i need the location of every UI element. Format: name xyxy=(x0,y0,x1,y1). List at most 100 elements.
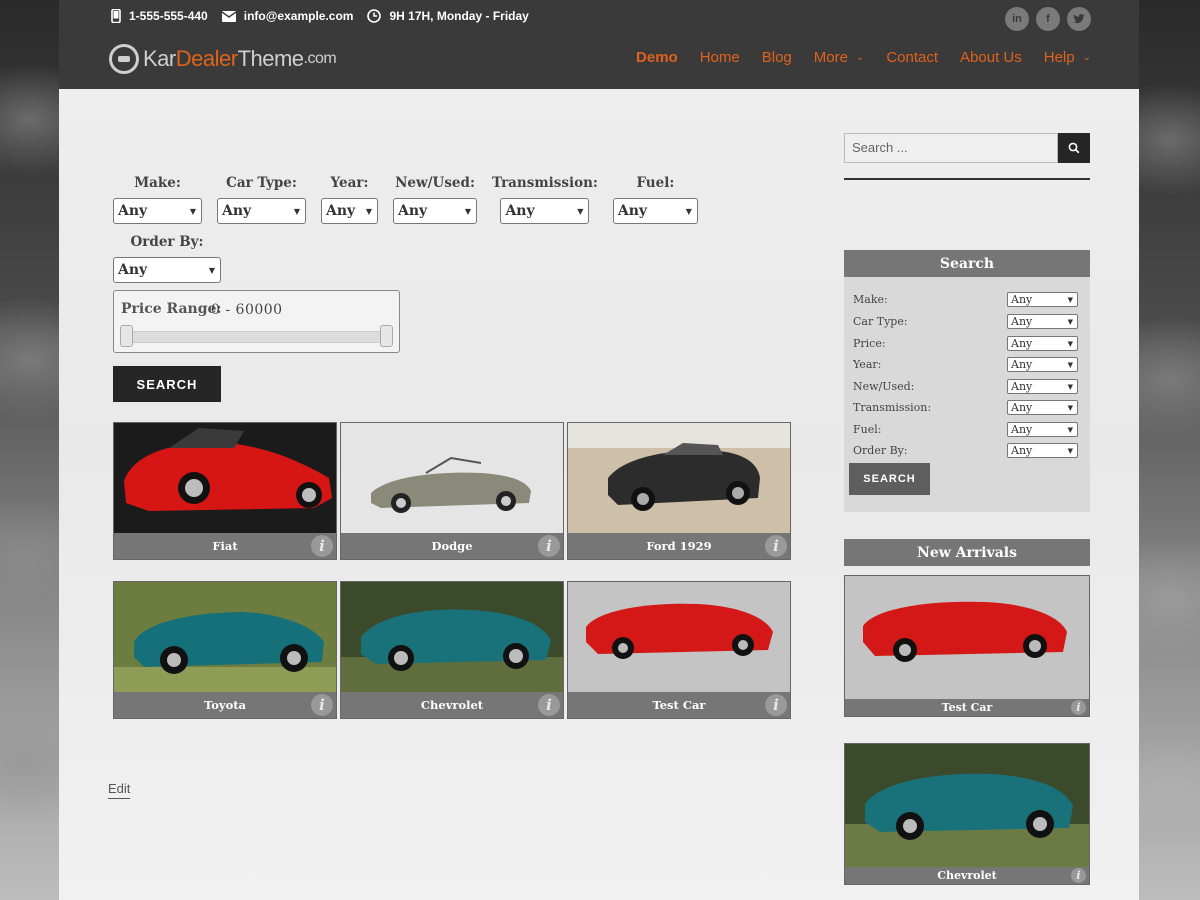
widget-row-label: Price: xyxy=(853,337,886,350)
select-value: Any xyxy=(222,203,252,219)
car-card-ford-1929[interactable]: Ford 1929 i xyxy=(567,422,791,560)
widget-row-label: Make: xyxy=(853,293,888,306)
filter-label: Fuel: xyxy=(636,175,675,191)
linkedin-icon[interactable]: in xyxy=(1005,7,1029,31)
nav-item-about-us[interactable]: About Us xyxy=(960,49,1022,66)
info-icon[interactable]: i xyxy=(765,694,787,716)
widget-row-label: Car Type: xyxy=(853,315,908,328)
logo-text-com: .com xyxy=(303,50,337,67)
car-name: Test Car xyxy=(568,692,790,718)
select-value: Any xyxy=(1011,293,1033,306)
info-icon[interactable]: i xyxy=(538,535,560,557)
widget-row-label: New/Used: xyxy=(853,380,915,393)
sidebar-search-input[interactable]: Search ... xyxy=(844,133,1058,163)
nav-item-blog[interactable]: Blog xyxy=(762,49,792,66)
nav-label: Demo xyxy=(636,49,678,66)
info-icon[interactable]: i xyxy=(765,535,787,557)
nav-label: Blog xyxy=(761,49,792,66)
widget-row-transmission: Transmission: Any ▼ xyxy=(853,400,1078,415)
select-value: Any xyxy=(617,203,648,219)
filter-transmission: Transmission: Any ▼ xyxy=(492,175,598,224)
year-select[interactable]: Any ▼ xyxy=(321,198,378,224)
social-links: in f xyxy=(998,7,1091,31)
widget-row-label: Order By: xyxy=(853,444,908,457)
widget-order-by-select[interactable]: Any ▼ xyxy=(1007,443,1078,458)
hours-text: 9H 17H, Monday - Friday xyxy=(389,9,529,23)
car-card-dodge[interactable]: Dodge i xyxy=(340,422,564,560)
widget-make-select[interactable]: Any ▼ xyxy=(1007,292,1078,307)
widget-car-type-select[interactable]: Any ▼ xyxy=(1007,314,1078,329)
car-name: Toyota xyxy=(114,692,336,718)
transmission-select[interactable]: Any ▼ xyxy=(500,198,590,224)
widget-search-button[interactable]: SEARCH xyxy=(849,463,930,495)
dropdown-arrow-icon: ▼ xyxy=(1067,360,1073,369)
info-icon[interactable]: i xyxy=(311,535,333,557)
phone-text: 1-555-555-440 xyxy=(129,9,208,23)
select-value: Any xyxy=(505,203,535,219)
info-icon[interactable]: i xyxy=(311,694,333,716)
widget-fuel-select[interactable]: Any ▼ xyxy=(1007,422,1078,437)
car-image xyxy=(114,423,336,533)
dropdown-arrow-icon: ▼ xyxy=(685,206,692,216)
select-value: Any xyxy=(1011,444,1033,457)
widget-transmission-select[interactable]: Any ▼ xyxy=(1007,400,1078,415)
nav-item-home[interactable]: Home xyxy=(700,49,740,66)
dropdown-arrow-icon: ▼ xyxy=(189,206,196,216)
car-name: Test Car xyxy=(845,699,1089,716)
search-button[interactable]: SEARCH xyxy=(113,366,221,402)
widget-row-order-by: Order By: Any ▼ xyxy=(853,443,1078,458)
divider xyxy=(844,178,1090,180)
edit-link[interactable]: Edit xyxy=(108,781,131,799)
car-image xyxy=(341,423,563,533)
chevron-down-icon: ⌄ xyxy=(1082,52,1091,63)
info-icon[interactable]: i xyxy=(1071,868,1086,883)
site-logo[interactable]: Kar Dealer Theme .com xyxy=(109,44,337,74)
topbar-hours: 9H 17H, Monday - Friday xyxy=(367,9,529,23)
nav-item-contact[interactable]: Contact xyxy=(886,49,938,66)
widget-year-select[interactable]: Any ▼ xyxy=(1007,357,1078,372)
slider-track[interactable] xyxy=(121,331,393,343)
info-icon[interactable]: i xyxy=(538,694,560,716)
car-card-test-car[interactable]: Test Car i xyxy=(567,581,791,719)
nav-item-demo[interactable]: Demo xyxy=(636,49,678,66)
widget-row-car-type: Car Type: Any ▼ xyxy=(853,314,1078,329)
sidebar-search: Search ... xyxy=(844,133,1090,163)
nav-item-more[interactable]: More ⌄ xyxy=(814,49,865,66)
filter-label: Order By: xyxy=(130,234,204,250)
widget-title: Search xyxy=(844,250,1090,277)
car-name: Dodge xyxy=(341,533,563,559)
car-image xyxy=(845,744,1089,867)
new-arrival-test-car[interactable]: Test Car i xyxy=(844,575,1090,717)
nav-item-help[interactable]: Help ⌄ xyxy=(1044,49,1091,66)
email-text[interactable]: info@example.com xyxy=(244,9,354,23)
info-icon[interactable]: i xyxy=(1071,700,1086,715)
nav-label: Home xyxy=(699,49,740,66)
dropdown-arrow-icon: ▼ xyxy=(1067,425,1073,434)
widget-new-used-select[interactable]: Any ▼ xyxy=(1007,379,1078,394)
new-used-select[interactable]: Any ▼ xyxy=(393,198,477,224)
fuel-select[interactable]: Any ▼ xyxy=(612,198,698,224)
filter-label: New/Used: xyxy=(395,175,475,191)
car-type-select[interactable]: Any ▼ xyxy=(217,198,306,224)
steering-wheel-icon xyxy=(109,44,139,74)
car-card-fiat[interactable]: Fiat i xyxy=(113,422,337,560)
facebook-icon[interactable]: f xyxy=(1036,7,1060,31)
widget-price-select[interactable]: Any ▼ xyxy=(1007,336,1078,351)
slider-handle-min[interactable] xyxy=(120,325,133,347)
slider-handle-max[interactable] xyxy=(380,325,393,347)
car-card-chevrolet[interactable]: Chevrolet i xyxy=(340,581,564,719)
dropdown-arrow-icon: ▼ xyxy=(293,206,300,216)
dropdown-arrow-icon: ▼ xyxy=(1067,446,1073,455)
sidebar-search-button[interactable] xyxy=(1058,133,1090,163)
new-arrival-chevrolet[interactable]: Chevrolet i xyxy=(844,743,1090,885)
chevron-down-icon: ⌄ xyxy=(855,52,865,63)
dropdown-arrow-icon: ▼ xyxy=(577,206,584,216)
car-image xyxy=(568,423,790,533)
order-by-select[interactable]: Any ▼ xyxy=(113,257,221,283)
twitter-icon[interactable] xyxy=(1067,7,1091,31)
car-card-toyota[interactable]: Toyota i xyxy=(113,581,337,719)
car-image xyxy=(845,576,1089,699)
make-select[interactable]: Any ▼ xyxy=(113,198,202,224)
clock-icon xyxy=(367,9,382,23)
main-nav: Demo Home Blog More ⌄ Contact About Us He… xyxy=(614,49,1091,66)
